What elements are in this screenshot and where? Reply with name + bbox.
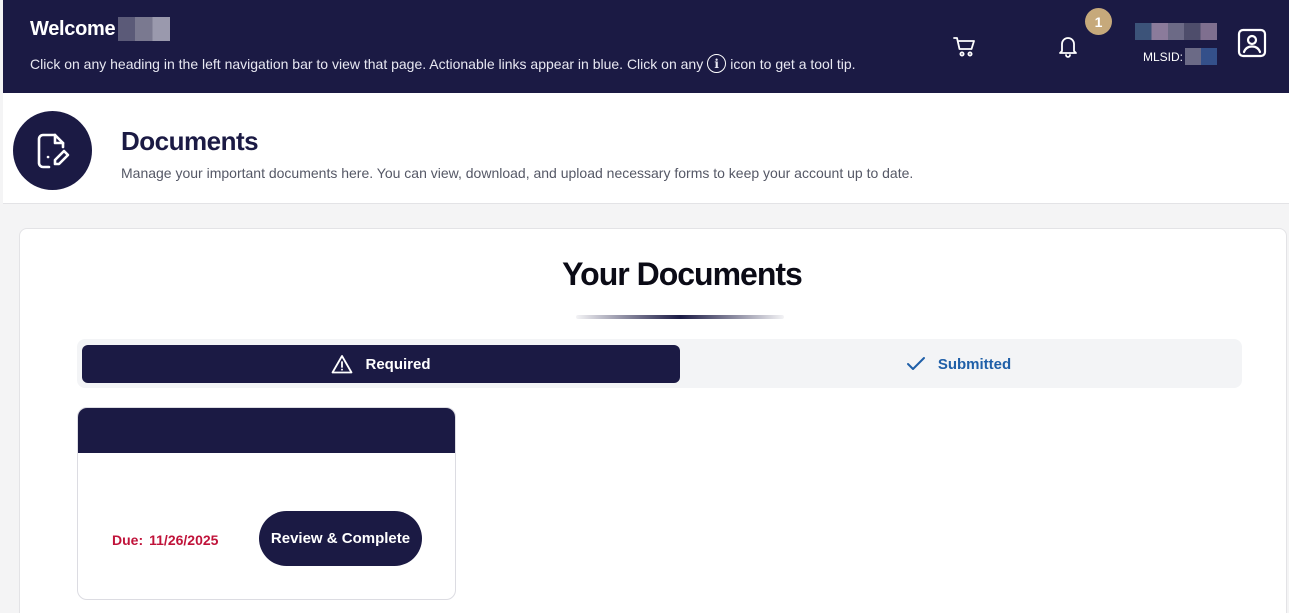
profile-icon[interactable] — [1237, 28, 1267, 63]
page-subtitle: Manage your important documents here. Yo… — [121, 165, 914, 181]
page-header: Documents Manage your important document… — [3, 93, 1289, 204]
documents-panel: Your Documents Required Submitted Due: 11… — [19, 228, 1287, 613]
review-complete-button[interactable]: Review & Complete — [259, 511, 422, 566]
due-date: Due: 11/26/2025 — [112, 532, 218, 548]
bell-icon[interactable] — [1057, 34, 1079, 63]
warning-icon — [332, 355, 353, 374]
check-icon — [906, 357, 925, 370]
due-label: Due: — [112, 532, 144, 548]
tab-required-label: Required — [365, 355, 431, 373]
tab-submitted-label: Submitted — [937, 355, 1012, 373]
instructions-before: Click on any heading in the left navigat… — [30, 55, 704, 72]
document-edit-icon — [13, 111, 92, 190]
document-card: Due: 11/26/2025 Review & Complete — [77, 407, 456, 600]
redacted-user-id — [1135, 23, 1217, 40]
due-date-value: 11/26/2025 — [149, 532, 219, 548]
redacted-user-name — [118, 17, 171, 41]
document-card-header — [78, 408, 455, 453]
page-title: Documents — [121, 126, 259, 156]
tab-submitted[interactable]: Submitted — [680, 345, 1237, 383]
mlsid-row: MLSID: — [1143, 48, 1218, 65]
top-bar: Welcome Click on any heading in the left… — [3, 0, 1289, 93]
notification-badge[interactable]: 1 — [1085, 8, 1112, 35]
instructions-text: Click on any heading in the left navigat… — [30, 54, 856, 73]
instructions-after: icon to get a tool tip. — [730, 55, 856, 72]
info-icon: i — [707, 54, 727, 73]
document-tabs: Required Submitted — [77, 339, 1242, 388]
welcome-row: Welcome — [30, 17, 171, 41]
mlsid-label: MLSID: — [1143, 49, 1184, 64]
cart-icon[interactable] — [953, 36, 977, 63]
section-title: Your Documents — [562, 256, 803, 292]
tab-required[interactable]: Required — [82, 345, 680, 383]
user-info: MLSID: — [1135, 23, 1218, 65]
redacted-mlsid — [1185, 48, 1218, 65]
title-underline — [576, 315, 784, 319]
welcome-label: Welcome — [30, 17, 116, 40]
